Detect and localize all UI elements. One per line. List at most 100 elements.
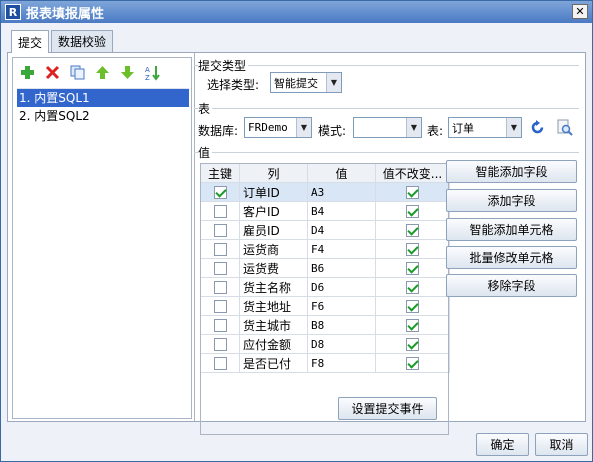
table-row[interactable]: 运货费 B6 [200,258,450,278]
unchanged-cell [375,277,450,297]
unchanged-checkbox[interactable] [406,319,419,332]
unchanged-checkbox[interactable] [406,300,419,313]
database-select[interactable]: FRDemo ▼ [244,117,312,138]
app-icon: R [5,4,21,20]
unchanged-cell [375,201,450,221]
key-cell [200,277,240,297]
column-cell[interactable]: 雇员ID [239,220,308,240]
unchanged-checkbox[interactable] [406,224,419,237]
cancel-button[interactable]: 取消 [535,433,588,456]
table-row[interactable]: 货主名称 D6 [200,277,450,297]
primary-key-checkbox[interactable] [213,205,227,218]
table-row[interactable]: 运货商 F4 [200,239,450,259]
set-submit-event-button[interactable]: 设置提交事件 [338,397,437,420]
unchanged-cell [375,239,450,259]
chevron-down-icon[interactable]: ▼ [406,118,421,137]
value-cell[interactable]: F6 [307,296,376,316]
table-select[interactable]: 订单 ▼ [448,117,522,138]
tab-panel: AZ 1. 内置SQL1 2. 内置SQL2 提交类型 选择类型: 智能提交 ▼… [7,52,586,435]
copy-icon[interactable] [69,64,86,81]
tab-bar: 提交 数据校验 [11,30,115,53]
column-cell[interactable]: 订单ID [239,182,308,202]
preview-icon[interactable] [556,119,573,136]
table-header-row: 主键 列 值 值不改变... [200,163,450,183]
unchanged-checkbox[interactable] [406,281,419,294]
svg-text:A: A [145,66,150,74]
refresh-icon[interactable] [529,119,546,136]
primary-key-checkbox[interactable] [213,262,227,275]
unchanged-cell [375,353,450,373]
list-item[interactable]: 2. 内置SQL2 [17,107,189,125]
remove-field-button[interactable]: 移除字段 [446,274,577,297]
column-cell[interactable]: 货主城市 [239,315,308,335]
submit-type-label: 选择类型: [207,78,260,92]
smart-add-field-button[interactable]: 智能添加字段 [446,160,577,183]
value-cell[interactable]: B8 [307,315,376,335]
unchanged-checkbox[interactable] [406,357,419,370]
chevron-down-icon[interactable]: ▼ [296,118,311,137]
value-cell[interactable]: A3 [307,182,376,202]
move-up-icon[interactable] [94,64,111,81]
primary-key-checkbox[interactable] [213,224,227,237]
unchanged-checkbox[interactable] [406,262,419,275]
key-cell [200,353,240,373]
table-row[interactable]: 货主城市 B8 [200,315,450,335]
table-row[interactable]: 应付金额 D8 [200,334,450,354]
key-cell [200,201,240,221]
submit-type-value: 智能提交 [274,76,318,90]
column-header-column[interactable]: 列 [239,163,308,183]
value-cell[interactable]: B4 [307,201,376,221]
table-row[interactable]: 雇员ID D4 [200,220,450,240]
unchanged-checkbox[interactable] [406,205,419,218]
primary-key-checkbox[interactable] [213,300,227,313]
primary-key-checkbox[interactable] [213,338,227,351]
schema-select[interactable]: ▼ [353,117,422,138]
table-row[interactable]: 客户ID B4 [200,201,450,221]
close-button[interactable]: ✕ [572,4,588,19]
chevron-down-icon[interactable]: ▼ [326,73,341,92]
column-cell[interactable]: 货主地址 [239,296,308,316]
chevron-down-icon[interactable]: ▼ [506,118,521,137]
value-cell[interactable]: D6 [307,277,376,297]
column-header-value[interactable]: 值 [307,163,376,183]
svg-text:Z: Z [145,74,150,81]
unchanged-checkbox[interactable] [406,186,419,199]
column-cell[interactable]: 货主名称 [239,277,308,297]
primary-key-checkbox[interactable] [213,319,227,332]
value-cell[interactable]: D8 [307,334,376,354]
submit-type-select[interactable]: 智能提交 ▼ [270,72,342,93]
values-table-body: 订单ID A3 客户ID B4 雇员ID D4 运货商 F4 运货费 B6 货主名称 D6 货主地址 F6… [200,182,450,373]
table-row[interactable]: 订单ID A3 [200,182,450,202]
column-cell[interactable]: 是否已付 [239,353,308,373]
value-cell[interactable]: B6 [307,258,376,278]
value-cell[interactable]: F4 [307,239,376,259]
column-cell[interactable]: 运货商 [239,239,308,259]
value-cell[interactable]: D4 [307,220,376,240]
column-cell[interactable]: 应付金额 [239,334,308,354]
add-icon[interactable] [19,64,36,81]
unchanged-checkbox[interactable] [406,338,419,351]
column-cell[interactable]: 客户ID [239,201,308,221]
column-header-key[interactable]: 主键 [200,163,240,183]
table-row[interactable]: 是否已付 F8 [200,353,450,373]
tab-submit[interactable]: 提交 [11,30,50,53]
tab-data-validation[interactable]: 数据校验 [51,30,114,52]
sort-icon[interactable]: AZ [144,64,161,81]
group-line-submit-type [194,65,579,66]
primary-key-checkbox[interactable] [213,186,227,199]
table-row[interactable]: 货主地址 F6 [200,296,450,316]
value-cell[interactable]: F8 [307,353,376,373]
unchanged-checkbox[interactable] [406,243,419,256]
batch-edit-cells-button[interactable]: 批量修改单元格 [446,246,577,269]
primary-key-checkbox[interactable] [213,243,227,256]
primary-key-checkbox[interactable] [213,357,227,370]
move-down-icon[interactable] [119,64,136,81]
list-item[interactable]: 1. 内置SQL1 [17,89,189,107]
delete-icon[interactable] [44,64,61,81]
ok-button[interactable]: 确定 [476,433,529,456]
column-cell[interactable]: 运货费 [239,258,308,278]
smart-add-cell-button[interactable]: 智能添加单元格 [446,218,577,241]
add-field-button[interactable]: 添加字段 [446,189,577,212]
column-header-unchanged[interactable]: 值不改变... [375,163,450,183]
primary-key-checkbox[interactable] [213,281,227,294]
